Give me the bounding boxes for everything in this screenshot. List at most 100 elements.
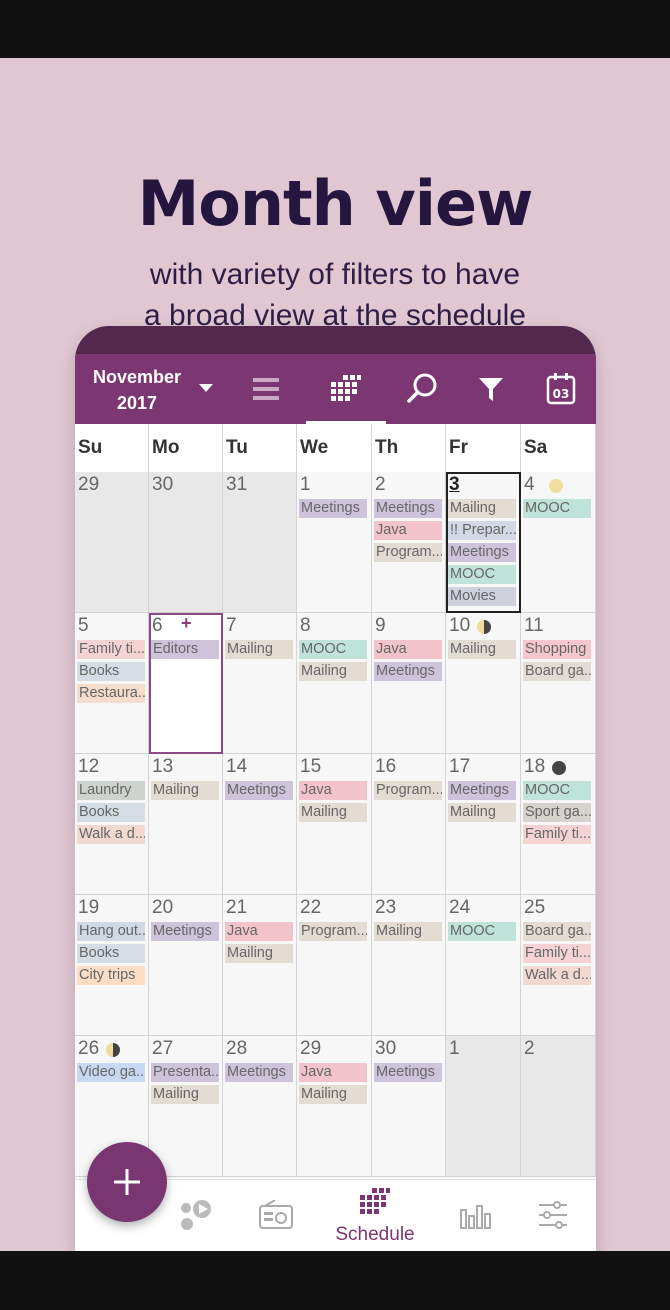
event-chip[interactable]: Editors (151, 640, 219, 659)
event-chip[interactable]: !! Prepar... (448, 521, 516, 540)
event-chip[interactable]: City trips (77, 966, 145, 985)
day-cell[interactable]: 8 MOOC Mailing (297, 613, 372, 754)
event-chip[interactable]: Meetings (151, 922, 219, 941)
event-chip[interactable]: Mailing (448, 499, 516, 518)
event-chip[interactable]: Meetings (225, 781, 293, 800)
day-cell[interactable]: 23 Mailing (372, 895, 446, 1036)
event-chip[interactable]: Books (77, 944, 145, 963)
event-chip[interactable]: Family ti... (523, 944, 591, 963)
day-cell[interactable]: 9 Java Meetings (372, 613, 446, 754)
event-chip[interactable]: Movies (448, 587, 516, 606)
event-chip[interactable]: Mailing (448, 640, 516, 659)
event-chip[interactable]: Books (77, 662, 145, 681)
event-chip[interactable]: Program... (299, 922, 367, 941)
event-chip[interactable]: Books (77, 803, 145, 822)
bottom-nav-stats[interactable] (441, 1180, 511, 1251)
event-chip[interactable]: Hang out... (77, 922, 145, 941)
day-cell[interactable]: 3 Mailing !! Prepar... Meetings MOOC Movies (446, 472, 521, 613)
day-cell[interactable]: 16 Program... (372, 754, 446, 895)
day-cell[interactable]: 2 Meetings Java Program... (372, 472, 446, 613)
event-chip[interactable]: MOOC (523, 499, 591, 518)
event-chip[interactable]: Board ga... (523, 922, 591, 941)
event-chip[interactable]: Mailing (299, 803, 367, 822)
event-chip[interactable]: Program... (374, 781, 442, 800)
day-cell[interactable]: 28 Meetings (223, 1036, 297, 1177)
event-chip[interactable]: Walk a d... (77, 825, 145, 844)
event-chip[interactable]: Laundry (77, 781, 145, 800)
day-cell[interactable]: 30 Meetings (372, 1036, 446, 1177)
day-cell[interactable]: 17 Meetings Mailing (446, 754, 521, 895)
day-cell[interactable]: 15 Java Mailing (297, 754, 372, 895)
day-cell[interactable]: 19 Hang out... Books City trips (75, 895, 149, 1036)
event-chip[interactable]: Program... (374, 543, 442, 562)
day-cell[interactable]: 14 Meetings (223, 754, 297, 895)
event-chip[interactable]: Mailing (374, 922, 442, 941)
day-cell[interactable]: 6 + Editors (149, 613, 223, 754)
day-cell[interactable]: 18 MOOC Sport ga... Family ti... (521, 754, 596, 895)
bottom-nav-settings[interactable] (519, 1180, 589, 1251)
event-chip[interactable]: Mailing (151, 781, 219, 800)
event-chip[interactable]: Family ti... (523, 825, 591, 844)
event-chip[interactable]: Mailing (225, 640, 293, 659)
event-chip[interactable]: Meetings (374, 1063, 442, 1082)
event-chip[interactable]: Presenta... (151, 1063, 219, 1082)
event-chip[interactable]: Meetings (374, 499, 442, 518)
event-chip[interactable]: Shopping (523, 640, 591, 659)
day-cell[interactable]: 11 Shopping Board ga... (521, 613, 596, 754)
event-chip[interactable]: Restaura... (77, 684, 145, 703)
add-event-button[interactable] (87, 1142, 167, 1222)
add-event-hint-icon[interactable]: + (181, 613, 192, 634)
event-chip[interactable]: Meetings (299, 499, 367, 518)
day-cell[interactable]: 24 MOOC (446, 895, 521, 1036)
day-cell[interactable]: 4 MOOC (521, 472, 596, 613)
event-chip[interactable]: Walk a d... (523, 966, 591, 985)
event-chip[interactable]: MOOC (299, 640, 367, 659)
day-cell[interactable]: 12 Laundry Books Walk a d... (75, 754, 149, 895)
event-chip[interactable]: Meetings (448, 543, 516, 562)
day-cell[interactable]: 1 Meetings (297, 472, 372, 613)
event-chip[interactable]: MOOC (448, 565, 516, 584)
day-cell[interactable]: 10 Mailing (446, 613, 521, 754)
event-chip[interactable]: MOOC (448, 922, 516, 941)
day-cell[interactable]: 31 (223, 472, 297, 613)
month-selector[interactable]: November 2017 (87, 364, 237, 418)
bottom-nav-bubbles[interactable] (160, 1180, 230, 1251)
month-grid-icon[interactable] (306, 354, 386, 424)
event-chip[interactable]: Mailing (448, 803, 516, 822)
event-chip[interactable]: Java (299, 781, 367, 800)
filter-icon[interactable] (456, 354, 526, 424)
event-chip[interactable]: Board ga... (523, 662, 591, 681)
event-chip[interactable]: Meetings (225, 1063, 293, 1082)
event-chip[interactable]: Java (374, 640, 442, 659)
event-chip[interactable]: MOOC (523, 781, 591, 800)
day-cell[interactable]: 22 Program... (297, 895, 372, 1036)
day-cell[interactable]: 27 Presenta... Mailing (149, 1036, 223, 1177)
event-chip[interactable]: Mailing (225, 944, 293, 963)
today-calendar-icon[interactable]: 03 (526, 354, 596, 424)
day-cell[interactable]: 29 Java Mailing (297, 1036, 372, 1177)
event-chip[interactable]: Family ti... (77, 640, 145, 659)
day-cell[interactable]: 7 Mailing (223, 613, 297, 754)
event-chip[interactable]: Video ga... (77, 1063, 145, 1082)
event-chip[interactable]: Java (225, 922, 293, 941)
day-cell[interactable]: 20 Meetings (149, 895, 223, 1036)
event-chip[interactable]: Meetings (448, 781, 516, 800)
list-view-icon[interactable] (231, 354, 301, 424)
search-icon[interactable] (387, 354, 457, 424)
day-cell[interactable]: 25 Board ga... Family ti... Walk a d... (521, 895, 596, 1036)
event-chip[interactable]: Mailing (299, 662, 367, 681)
event-chip[interactable]: Mailing (151, 1085, 219, 1104)
day-cell[interactable]: 1 (446, 1036, 521, 1177)
event-chip[interactable]: Mailing (299, 1085, 367, 1104)
event-chip[interactable]: Java (374, 521, 442, 540)
day-cell[interactable]: 30 (149, 472, 223, 613)
day-cell[interactable]: 13 Mailing (149, 754, 223, 895)
event-chip[interactable]: Meetings (374, 662, 442, 681)
day-cell[interactable]: 21 Java Mailing (223, 895, 297, 1036)
event-chip[interactable]: Java (299, 1063, 367, 1082)
day-cell[interactable]: 29 (75, 472, 149, 613)
day-cell[interactable]: 2 (521, 1036, 596, 1177)
event-chip[interactable]: Sport ga... (523, 803, 591, 822)
day-cell[interactable]: 5 Family ti... Books Restaura... (75, 613, 149, 754)
bottom-nav-schedule[interactable]: Schedule (325, 1180, 425, 1251)
